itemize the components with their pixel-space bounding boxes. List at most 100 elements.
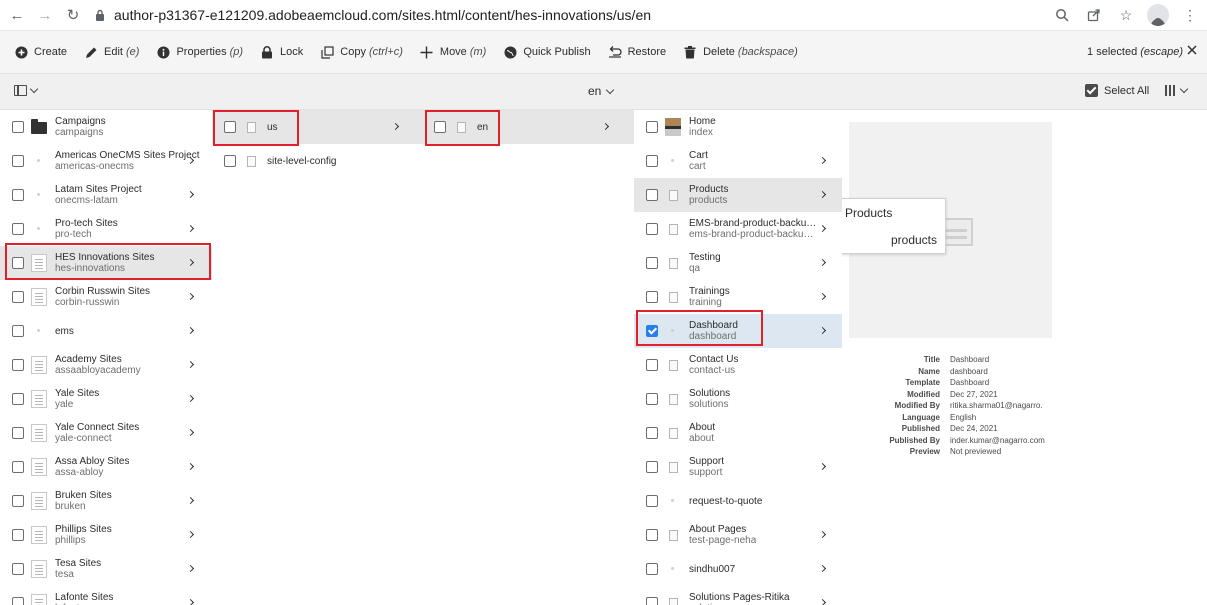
chevron-right-icon[interactable]: [818, 292, 827, 301]
row-checkbox[interactable]: [12, 359, 24, 371]
address-bar[interactable]: author-p31367-e121209.adobeaemcloud.com/…: [92, 3, 1092, 27]
edit-button[interactable]: Edit (e): [84, 45, 139, 59]
list-item[interactable]: Corbin Russwin Sites corbin-russwin: [0, 280, 212, 314]
list-item[interactable]: About Pages test-page-neha: [634, 518, 842, 552]
chevron-right-icon[interactable]: [186, 598, 195, 605]
list-item[interactable]: Support support: [634, 450, 842, 484]
url-text[interactable]: author-p31367-e121209.adobeaemcloud.com/…: [114, 7, 651, 23]
list-item[interactable]: Americas OneCMS Sites Project americas-on…: [0, 144, 212, 178]
row-checkbox[interactable]: [646, 155, 658, 167]
share-icon[interactable]: [1083, 4, 1105, 26]
row-checkbox[interactable]: [646, 597, 658, 605]
list-item[interactable]: site-level-config: [212, 144, 422, 178]
chevron-right-icon[interactable]: [818, 598, 827, 605]
chevron-right-icon[interactable]: [818, 462, 827, 471]
list-item[interactable]: Assa Abloy Sites assa-abloy: [0, 450, 212, 484]
list-item[interactable]: Academy Sites assaabloyacademy: [0, 348, 212, 382]
row-checkbox[interactable]: [12, 121, 24, 133]
list-item[interactable]: Solutions Pages-Ritikasolutions-pages: [634, 586, 842, 605]
chevron-right-icon[interactable]: [818, 224, 827, 233]
properties-button[interactable]: Properties (p): [156, 45, 243, 59]
list-item[interactable]: Yale Connect Sites yale-connect: [0, 416, 212, 450]
row-checkbox[interactable]: [12, 257, 24, 269]
list-item[interactable]: Bruken Sites bruken: [0, 484, 212, 518]
list-item-selected[interactable]: HES Innovations Sites hes-innovations: [0, 246, 212, 280]
quick-publish-button[interactable]: Quick Publish: [503, 45, 591, 59]
row-checkbox[interactable]: [12, 325, 24, 337]
row-checkbox[interactable]: [12, 597, 24, 605]
row-checkbox[interactable]: [12, 529, 24, 541]
row-checkbox[interactable]: [646, 393, 658, 405]
select-all-button[interactable]: Select All: [1085, 84, 1149, 97]
row-checkbox[interactable]: [646, 427, 658, 439]
delete-button[interactable]: Delete (backspace): [683, 45, 798, 59]
row-checkbox-checked[interactable]: [646, 325, 658, 337]
list-item-selected[interactable]: en: [422, 110, 634, 144]
selection-status[interactable]: 1 selected (escape): [1087, 45, 1197, 58]
list-item[interactable]: Phillips Sites phillips: [0, 518, 212, 552]
list-item[interactable]: Testing qa: [634, 246, 842, 280]
row-checkbox[interactable]: [12, 563, 24, 575]
row-checkbox[interactable]: [646, 257, 658, 269]
list-item[interactable]: Cart cart: [634, 144, 842, 178]
list-item[interactable]: Yale Sites yale: [0, 382, 212, 416]
list-item-hover[interactable]: Products products: [634, 178, 842, 212]
list-item[interactable]: Campaigns campaigns: [0, 110, 212, 144]
row-checkbox[interactable]: [646, 121, 658, 133]
row-checkbox[interactable]: [646, 189, 658, 201]
chevron-right-icon[interactable]: [186, 564, 195, 573]
chevron-right-icon[interactable]: [186, 224, 195, 233]
chevron-right-icon[interactable]: [601, 122, 610, 131]
restore-button[interactable]: Restore: [608, 45, 666, 59]
profile-avatar[interactable]: [1147, 4, 1169, 26]
chevron-right-icon[interactable]: [818, 156, 827, 165]
list-item[interactable]: About about: [634, 416, 842, 450]
row-checkbox[interactable]: [646, 495, 658, 507]
row-checkbox[interactable]: [12, 393, 24, 405]
row-checkbox[interactable]: [12, 495, 24, 507]
list-item[interactable]: EMS-brand-product-backup-... ems-brand-pr…: [634, 212, 842, 246]
chevron-right-icon[interactable]: [391, 122, 400, 131]
list-item[interactable]: Tesa Sites tesa: [0, 552, 212, 586]
bookmark-star-icon[interactable]: ☆: [1115, 4, 1137, 26]
chevron-right-icon[interactable]: [186, 292, 195, 301]
list-item-checked[interactable]: Dashboard dashboard: [634, 314, 842, 348]
list-item[interactable]: Trainings training: [634, 280, 842, 314]
chevron-right-icon[interactable]: [186, 258, 195, 267]
row-checkbox[interactable]: [224, 155, 236, 167]
create-button[interactable]: Create: [14, 45, 67, 59]
chevron-right-icon[interactable]: [818, 190, 827, 199]
view-switcher[interactable]: [1165, 84, 1189, 96]
chevron-right-icon[interactable]: [186, 496, 195, 505]
chevron-right-icon[interactable]: [186, 530, 195, 539]
list-item[interactable]: Solutions solutions: [634, 382, 842, 416]
reload-icon[interactable]: ↻: [62, 4, 84, 26]
chevron-right-icon[interactable]: [818, 564, 827, 573]
list-item[interactable]: sindhu007: [634, 552, 842, 586]
row-checkbox[interactable]: [646, 563, 658, 575]
row-checkbox[interactable]: [434, 121, 446, 133]
back-arrow-icon[interactable]: ←: [6, 4, 28, 26]
language-switcher[interactable]: en: [588, 84, 615, 98]
lock-icon[interactable]: [92, 9, 108, 21]
list-item[interactable]: Lafonte Siteslafonte: [0, 586, 212, 605]
row-checkbox[interactable]: [12, 223, 24, 235]
kebab-menu-icon[interactable]: ⋮: [1179, 4, 1201, 26]
rail-toggle-button[interactable]: [14, 84, 39, 96]
row-checkbox[interactable]: [646, 359, 658, 371]
chevron-right-icon[interactable]: [186, 462, 195, 471]
list-item[interactable]: ems: [0, 314, 212, 348]
row-checkbox[interactable]: [646, 291, 658, 303]
list-item[interactable]: Pro-tech Sites pro-tech: [0, 212, 212, 246]
row-checkbox[interactable]: [12, 427, 24, 439]
list-item[interactable]: Home index: [634, 110, 842, 144]
list-item[interactable]: Latam Sites Project onecms-latam: [0, 178, 212, 212]
row-checkbox[interactable]: [224, 121, 236, 133]
close-icon[interactable]: [1187, 45, 1197, 58]
chevron-right-icon[interactable]: [818, 326, 827, 335]
chevron-right-icon[interactable]: [818, 258, 827, 267]
chevron-right-icon[interactable]: [186, 428, 195, 437]
lock-button[interactable]: Lock: [260, 45, 303, 59]
move-button[interactable]: Move (m): [420, 45, 486, 59]
chevron-right-icon[interactable]: [818, 530, 827, 539]
